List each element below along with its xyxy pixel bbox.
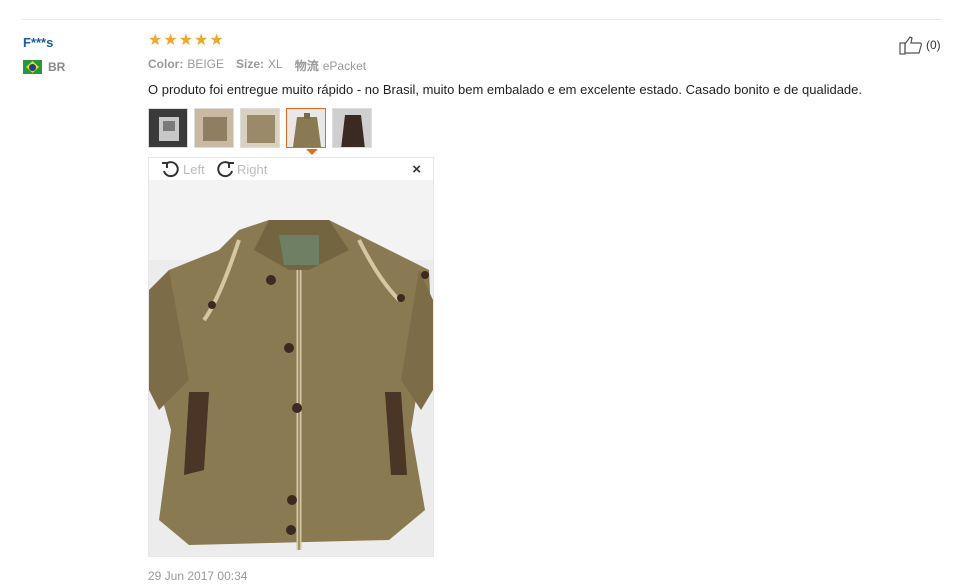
attr-logistics: 物流 ePacket [294, 59, 367, 73]
rotate-left-icon [162, 161, 179, 178]
top-divider [22, 19, 942, 20]
helpful-vote[interactable]: (0) [899, 35, 941, 55]
star-icon: ★ [194, 32, 209, 49]
photo-viewer: Left Right × [148, 157, 434, 557]
thumbs-up-icon [899, 36, 922, 55]
rotate-left-label: Left [183, 161, 205, 177]
review-photo [149, 180, 433, 556]
review-thumbnail[interactable] [148, 108, 188, 148]
star-icon: ★ [148, 32, 163, 49]
review-thumbnail-active[interactable] [286, 108, 326, 148]
review-date: 29 Jun 2017 00:34 [148, 569, 248, 583]
country-code: BR [48, 60, 66, 74]
attr-size: Size: XL [236, 57, 283, 71]
attr-color: Color: BEIGE [148, 57, 225, 71]
viewer-toolbar: Left Right × [149, 158, 433, 180]
photo-thumbnails [148, 108, 372, 148]
review-thumbnail[interactable] [194, 108, 234, 148]
star-icon: ★ [209, 32, 224, 49]
star-rating: ★ ★ ★ ★ ★ [148, 33, 224, 49]
active-thumbnail-caret [306, 149, 318, 155]
rotate-right-label: Right [237, 161, 268, 177]
rotate-right-button[interactable]: Right [215, 160, 267, 178]
helpful-count: (0) [926, 38, 941, 52]
review-thumbnail[interactable] [332, 108, 372, 148]
buyer-name[interactable]: F***s [23, 35, 53, 50]
buyer-country: BR [23, 60, 65, 74]
close-viewer-button[interactable]: × [412, 161, 421, 178]
rotate-right-icon [217, 161, 234, 178]
star-icon: ★ [163, 32, 178, 49]
brazil-flag-icon [23, 60, 42, 74]
order-attributes: Color: BEIGE Size: XL 物流 ePacket [148, 57, 366, 74]
rotate-left-button[interactable]: Left [161, 160, 205, 178]
review-thumbnail[interactable] [240, 108, 280, 148]
star-icon: ★ [178, 32, 194, 49]
review-text: O produto foi entregue muito rápido - no… [148, 82, 862, 97]
